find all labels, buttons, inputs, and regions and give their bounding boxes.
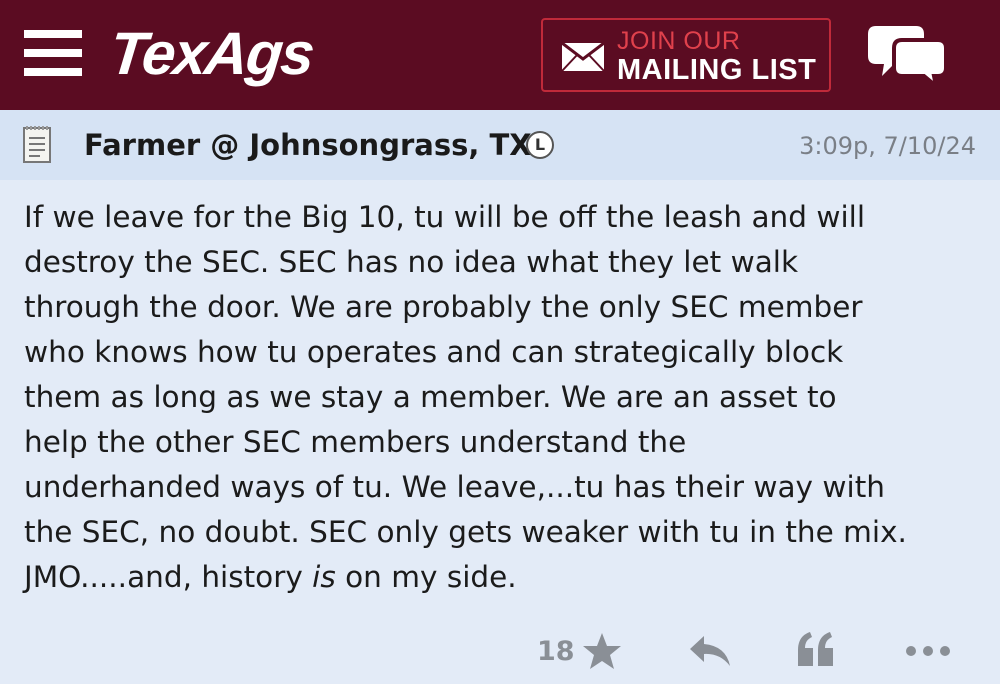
menu-bar-line [24,49,82,57]
chat-bubbles-icon[interactable] [868,22,948,86]
post-actions: 18 [0,624,1000,680]
star-icon[interactable] [582,632,622,670]
post-line: through the door. We are probably the on… [24,290,863,324]
mailing-line-2: MAILING LIST [617,54,817,86]
post-line: underhanded ways of tu. We leave,...tu h… [24,470,885,504]
user-badge: L [526,131,554,159]
join-mailing-list-button[interactable]: JOIN OUR MAILING LIST [541,18,831,92]
quote-icon[interactable] [796,628,836,668]
post-text-italic: is [312,560,336,594]
post-line: the SEC, no doubt. SEC only gets weaker … [24,515,907,549]
post-timestamp: 3:09p, 7/10/24 [799,132,976,160]
reply-icon[interactable] [688,634,732,668]
more-icon[interactable] [904,644,952,658]
post-text: JMO.....and, history [24,560,313,594]
texags-logo[interactable]: TexAgs [107,20,317,87]
post-header: Farmer @ Johnsongrass, TX L 3:09p, 7/10/… [0,110,1000,180]
star-count: 18 [537,636,575,667]
post-author[interactable]: Farmer @ Johnsongrass, TX [84,128,532,162]
mailing-line-1: JOIN OUR [617,27,741,55]
post-line: If we leave for the Big 10, tu will be o… [24,200,866,234]
post-line-last: JMO.....and, history is on my side. [24,555,984,600]
post-text: on my side. [335,560,517,594]
menu-bar-line [24,68,82,76]
post-body: If we leave for the Big 10, tu will be o… [24,195,984,600]
post-line: them as long as we stay a member. We are… [24,380,837,414]
document-icon [23,126,51,163]
post-line: destroy the SEC. SEC has no idea what th… [24,245,799,279]
hamburger-menu-icon[interactable] [24,30,82,76]
menu-bar-line [24,30,82,38]
post-line: who knows how tu operates and can strate… [24,335,844,369]
envelope-icon [561,42,605,72]
top-navigation-bar: TexAgs JOIN OUR MAILING LIST [0,0,1000,110]
post-line: help the other SEC members understand th… [24,425,687,459]
